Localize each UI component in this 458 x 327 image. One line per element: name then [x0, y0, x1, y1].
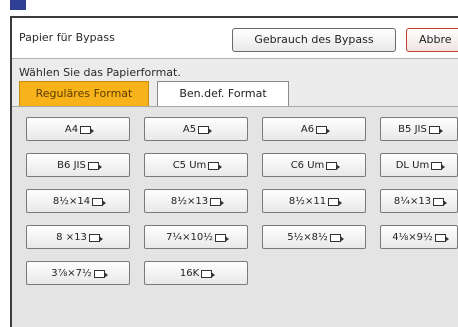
paper-size-a6-button[interactable]: A6: [262, 117, 366, 141]
paper-size-8x13-button[interactable]: 8 ×13: [26, 225, 130, 249]
paper-size-label: 8¼×13: [393, 196, 432, 207]
paper-orientation-icon: [214, 234, 229, 242]
paper-size-b6-jis-button[interactable]: B6 JIS: [26, 153, 130, 177]
paper-size-c5-envelope-button[interactable]: C5 Um: [144, 153, 248, 177]
paper-size-label: A6: [300, 124, 315, 135]
paper-size-4-125x9-5-button[interactable]: 4⅛×9½: [380, 225, 458, 249]
paper-orientation-icon: [201, 270, 216, 278]
instruction-text: Wählen Sie das Papierformat.: [19, 66, 181, 79]
paper-orientation-icon: [88, 234, 103, 242]
paper-size-3-875x7-5-button[interactable]: 3⅞×7½: [26, 261, 130, 285]
paper-size-label: 7¼×10½: [166, 232, 213, 243]
paper-size-dl-envelope-button[interactable]: DL Um: [380, 153, 458, 177]
paper-size-5-5x8-5-button[interactable]: 5½×8½: [262, 225, 366, 249]
paper-size-label: C6 Um: [290, 160, 325, 171]
use-bypass-button[interactable]: Gebrauch des Bypass: [232, 28, 396, 52]
paper-size-8-5x14-button[interactable]: 8½×14: [26, 189, 130, 213]
paper-orientation-icon: [80, 126, 95, 134]
paper-size-8-25x13-button[interactable]: 8¼×13: [380, 189, 458, 213]
bypass-paper-screen: Papier für Bypass Gebrauch des Bypass Ab…: [0, 0, 458, 327]
paper-size-label: 16K: [179, 268, 200, 279]
paper-size-c6-envelope-button[interactable]: C6 Um: [262, 153, 366, 177]
status-indicator-icon: [10, 0, 26, 10]
paper-orientation-icon: [433, 198, 448, 206]
paper-size-label: 8½×11: [288, 196, 327, 207]
paper-size-a4-button[interactable]: A4: [26, 117, 130, 141]
paper-size-label: 8½×14: [52, 196, 91, 207]
paper-size-label: 5½×8½: [287, 232, 328, 243]
paper-size-label: 4⅛×9½: [392, 232, 433, 243]
paper-size-label: 3⅞×7½: [51, 268, 92, 279]
paper-orientation-icon: [87, 162, 102, 170]
title-bar: Papier für Bypass Gebrauch des Bypass Ab…: [12, 18, 458, 59]
cancel-button[interactable]: Abbre: [406, 28, 458, 52]
paper-size-label: C5 Um: [172, 160, 207, 171]
paper-size-label: A5: [182, 124, 197, 135]
paper-size-label: B5 JIS: [398, 124, 427, 135]
paper-size-label: DL Um: [395, 160, 430, 171]
paper-size-label: B6 JIS: [57, 160, 86, 171]
page-title: Papier für Bypass: [19, 31, 115, 44]
tab-custom-format[interactable]: Ben.def. Format: [157, 81, 289, 107]
paper-size-8-5x11-button[interactable]: 8½×11: [262, 189, 366, 213]
paper-orientation-icon: [208, 162, 223, 170]
paper-size-16k-button[interactable]: 16K: [144, 261, 248, 285]
paper-orientation-icon: [198, 126, 213, 134]
paper-orientation-icon: [326, 162, 341, 170]
control-panel: Papier für Bypass Gebrauch des Bypass Ab…: [10, 16, 458, 327]
paper-size-a5-button[interactable]: A5: [144, 117, 248, 141]
top-strip: [0, 0, 458, 16]
paper-orientation-icon: [434, 234, 449, 242]
paper-size-label: A4: [64, 124, 79, 135]
paper-orientation-icon: [428, 126, 443, 134]
paper-orientation-icon: [92, 198, 107, 206]
paper-orientation-icon: [328, 198, 343, 206]
paper-size-7-25x10-5-button[interactable]: 7¼×10½: [144, 225, 248, 249]
paper-size-8-5x13-button[interactable]: 8½×13: [144, 189, 248, 213]
tab-regular-format[interactable]: Reguläres Format: [19, 81, 149, 107]
paper-size-label: 8 ×13: [56, 232, 87, 243]
paper-orientation-icon: [431, 162, 446, 170]
paper-size-b5-jis-button[interactable]: B5 JIS: [380, 117, 458, 141]
paper-orientation-icon: [316, 126, 331, 134]
paper-orientation-icon: [210, 198, 225, 206]
paper-size-label: 8½×13: [170, 196, 209, 207]
paper-orientation-icon: [329, 234, 344, 242]
paper-size-grid: A4 A5 A6 B5 JIS B6 JIS C5 Um C6 Um DL Um…: [12, 106, 458, 327]
paper-orientation-icon: [93, 270, 108, 278]
